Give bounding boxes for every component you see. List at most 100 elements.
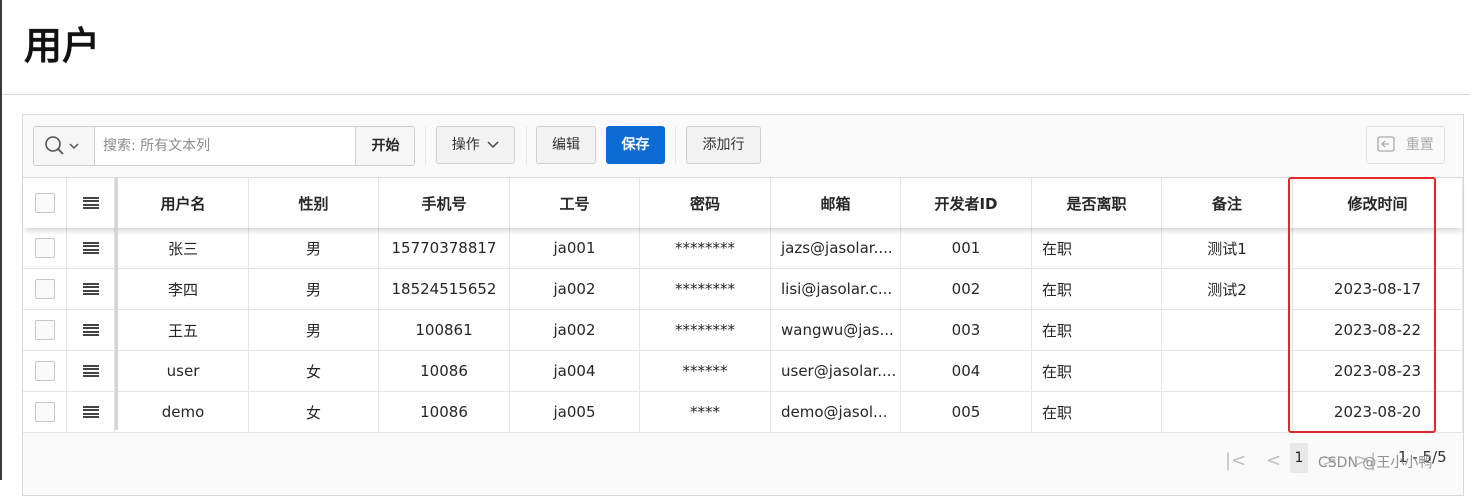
- table-cell[interactable]: [1162, 392, 1293, 432]
- interactive-grid-region: 开始 操作 编辑 保存 添加行 重置 用户名性别手机号工号密码邮箱开发者ID是否…: [22, 114, 1464, 496]
- column-header[interactable]: 邮箱: [771, 178, 901, 228]
- table-cell[interactable]: ******: [640, 351, 771, 391]
- table-cell[interactable]: 测试1: [1162, 228, 1293, 268]
- row-select-checkbox[interactable]: [34, 402, 55, 422]
- table-cell[interactable]: 001: [901, 228, 1032, 268]
- table-cell[interactable]: 18524515652: [379, 269, 510, 309]
- table-cell[interactable]: user: [118, 351, 249, 391]
- table-cell[interactable]: [1162, 351, 1293, 391]
- table-cell[interactable]: ********: [640, 269, 771, 309]
- table-cell[interactable]: 张三: [118, 228, 249, 268]
- menu-icon-bar: [82, 282, 99, 285]
- table-cell[interactable]: 男: [249, 269, 379, 309]
- table-cell[interactable]: ja002: [510, 310, 640, 350]
- row-select-checkbox[interactable]: [34, 320, 55, 340]
- table-cell[interactable]: 10086: [379, 351, 510, 391]
- table-cell[interactable]: 003: [901, 310, 1032, 350]
- table-cell[interactable]: 测试2: [1162, 269, 1293, 309]
- row-actions-icon[interactable]: [82, 405, 99, 419]
- table-cell[interactable]: ja004: [510, 351, 640, 391]
- add-row-button[interactable]: 添加行: [686, 126, 761, 164]
- previous-page-icon[interactable]: <: [1266, 449, 1281, 473]
- table-cell[interactable]: 在职: [1032, 310, 1162, 350]
- table-row[interactable]: user 女 10086 ja004 ****** user@jasolar.... 004…: [23, 351, 1463, 392]
- table-row[interactable]: 李四男 18524515652 ja002 ******** lisi@jasolar.…: [23, 269, 1463, 310]
- column-header[interactable]: 手机号: [379, 178, 510, 228]
- table-cell[interactable]: 在职: [1032, 351, 1162, 391]
- search-column-select-button[interactable]: [34, 127, 95, 165]
- table-cell[interactable]: 15770378817: [379, 228, 510, 268]
- table-cell[interactable]: ja005: [510, 392, 640, 432]
- table-cell[interactable]: 005: [901, 392, 1032, 432]
- menu-icon-bar: [82, 248, 99, 251]
- table-cell[interactable]: wangwu@jas...: [771, 310, 901, 350]
- column-header[interactable]: 用户名: [118, 178, 249, 228]
- table-cell[interactable]: ****: [640, 392, 771, 432]
- menu-icon-bar: [82, 323, 99, 326]
- table-cell[interactable]: 10086: [379, 392, 510, 432]
- row-select-checkbox[interactable]: [34, 361, 55, 381]
- row-actions-icon[interactable]: [82, 364, 99, 378]
- table-cell[interactable]: 在职: [1032, 228, 1162, 268]
- data-grid: 用户名 性别 手机号 工号 密码 邮箱 开发者ID 是否离职 备注 修改时间 张三男 1577037…: [23, 177, 1463, 433]
- actions-menu-button[interactable]: 操作: [436, 126, 515, 164]
- frozen-column-divider: [115, 178, 118, 430]
- go-button[interactable]: 开始: [355, 127, 414, 165]
- current-page-button[interactable]: 1: [1290, 443, 1308, 473]
- column-header[interactable]: 备注: [1162, 178, 1293, 228]
- page-title: 用户: [24, 24, 101, 68]
- table-cell[interactable]: 在职: [1032, 392, 1162, 432]
- watermark-text: CSDN @王小小鸭: [1318, 455, 1433, 471]
- table-row[interactable]: demo 女 10086 ja005 **** demo@jasol... 005 在职 202…: [23, 392, 1463, 433]
- search-icon: [45, 136, 79, 155]
- table-cell[interactable]: 在职: [1032, 269, 1162, 309]
- row-actions-icon[interactable]: [82, 196, 99, 210]
- menu-icon-bar: [82, 327, 99, 330]
- row-actions-icon[interactable]: [82, 323, 99, 337]
- reset-button[interactable]: 重置: [1366, 126, 1445, 164]
- search-input[interactable]: [95, 127, 354, 165]
- menu-icon-bar: [82, 286, 99, 289]
- table-cell[interactable]: 李四: [118, 269, 249, 309]
- table-cell[interactable]: 004: [901, 351, 1032, 391]
- table-cell[interactable]: 女: [249, 351, 379, 391]
- table-cell[interactable]: jazs@jasolar....: [771, 228, 901, 268]
- row-actions-cell: [67, 351, 115, 391]
- menu-icon-bar: [82, 368, 99, 371]
- select-all-checkbox[interactable]: [34, 193, 55, 213]
- table-cell[interactable]: demo@jasol...: [771, 392, 901, 432]
- table-cell[interactable]: lisi@jasolar.c...: [771, 269, 901, 309]
- table-cell[interactable]: [1162, 310, 1293, 350]
- table-cell[interactable]: 100861: [379, 310, 510, 350]
- table-cell[interactable]: ja001: [510, 228, 640, 268]
- table-cell[interactable]: ja002: [510, 269, 640, 309]
- table-cell[interactable]: 002: [901, 269, 1032, 309]
- save-button[interactable]: 保存: [606, 126, 665, 164]
- menu-icon-bar: [82, 416, 99, 419]
- menu-icon-bar: [82, 409, 99, 412]
- row-actions-icon[interactable]: [82, 282, 99, 296]
- menu-icon-bar: [82, 196, 99, 199]
- edit-button[interactable]: 编辑: [536, 126, 596, 164]
- table-row[interactable]: 王五男 100861 ja002 ******** wangwu@jas... 003 在职…: [23, 310, 1463, 351]
- table-cell[interactable]: user@jasolar....: [771, 351, 901, 391]
- table-cell[interactable]: 男: [249, 310, 379, 350]
- first-page-icon[interactable]: |<: [1225, 449, 1246, 473]
- table-cell[interactable]: 王五: [118, 310, 249, 350]
- actions-menu-label: 操作: [451, 137, 480, 153]
- table-cell[interactable]: 男: [249, 228, 379, 268]
- column-header[interactable]: 工号: [510, 178, 640, 228]
- column-header[interactable]: 性别: [249, 178, 379, 228]
- table-cell[interactable]: 女: [249, 392, 379, 432]
- row-select-checkbox[interactable]: [34, 238, 55, 258]
- column-header[interactable]: 密码: [640, 178, 771, 228]
- column-header[interactable]: 开发者ID: [901, 178, 1032, 228]
- table-cell[interactable]: ********: [640, 228, 771, 268]
- row-actions-icon[interactable]: [82, 241, 99, 255]
- column-header[interactable]: 是否离职: [1032, 178, 1162, 228]
- table-cell[interactable]: demo: [118, 392, 249, 432]
- row-select-checkbox[interactable]: [34, 279, 55, 299]
- menu-icon-bar: [82, 364, 99, 367]
- table-row[interactable]: 张三男 15770378817 ja001 ******** jazs@jasolar.…: [23, 228, 1463, 269]
- table-cell[interactable]: ********: [640, 310, 771, 350]
